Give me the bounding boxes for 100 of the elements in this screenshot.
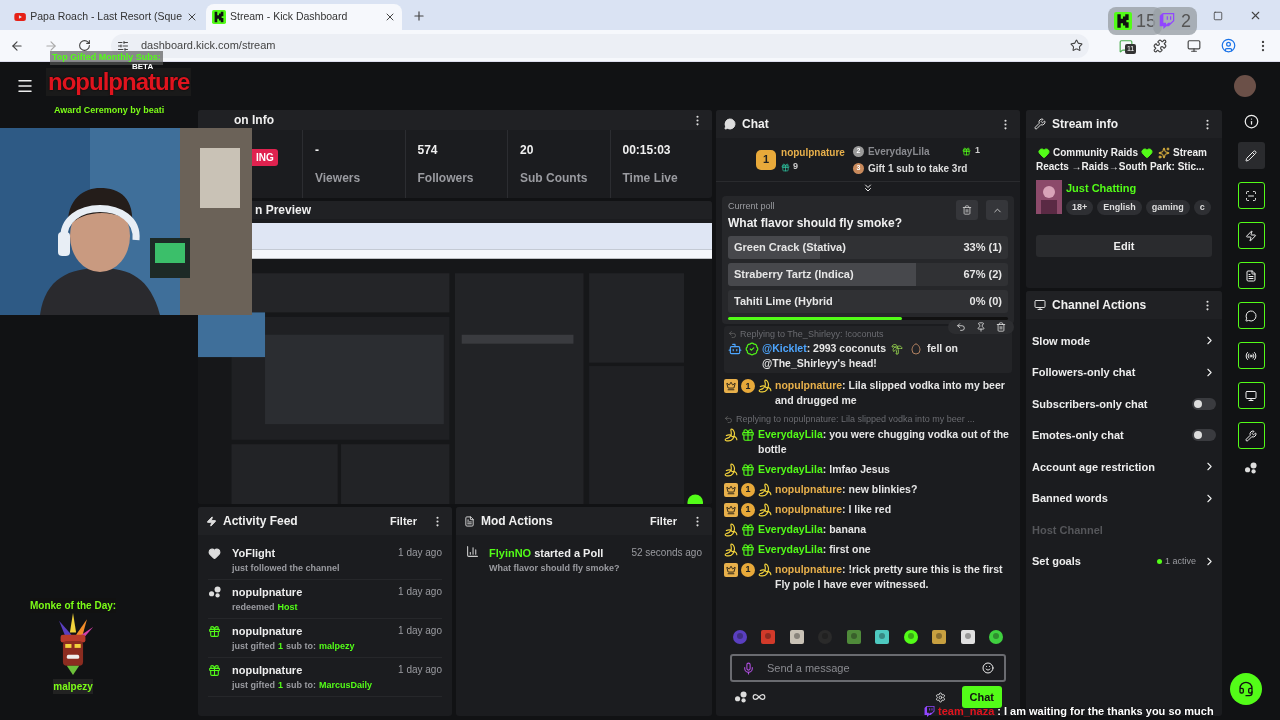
edit-button[interactable]: Edit: [1036, 235, 1212, 257]
chat-message: nopulpnature: !rick pretty sure this is the first Fly pole I have ever witnessed.: [775, 561, 1004, 592]
logo-text: nopulpnature: [48, 70, 190, 94]
title-text: Stream: [1173, 146, 1207, 160]
poll-option[interactable]: Green Crack (Stativa) 33% (1): [728, 235, 1008, 259]
filter-button[interactable]: Filter: [390, 512, 417, 530]
action-label: Subscribers-only chat: [1032, 396, 1148, 412]
chat-message: nopulpnature: new blinkies?: [775, 481, 918, 497]
chat-message: nopulpnature: Lila slipped vodka into my beer and drugged me: [775, 378, 1006, 408]
overlay-subtitle: Award Ceremony by beati: [54, 104, 165, 117]
panel-title: Stream info: [1052, 116, 1118, 133]
activity-text: sub to:: [286, 678, 316, 692]
message-input[interactable]: Send a message: [767, 659, 970, 677]
action-label: Emotes-only chat: [1032, 428, 1124, 443]
activity-text: just gifted: [232, 678, 275, 692]
sub-badge: 1: [741, 502, 755, 517]
gift-count: 1: [974, 144, 980, 158]
counter-text: 2: [1181, 9, 1191, 33]
activity-text: sub to:: [286, 639, 316, 653]
stat-label: Followers: [417, 170, 475, 187]
stat-label: Time Live: [622, 170, 679, 187]
option-result: 67% (2): [963, 266, 1002, 282]
title-text: Community Raids: [1053, 146, 1138, 160]
poll-question: What flavor should fly smoke?: [489, 561, 621, 575]
overlay-name: malpezy: [53, 679, 93, 694]
option-text: Tahiti Lime (Hybrid: [734, 293, 833, 309]
sub-badge: 1: [741, 562, 755, 577]
leader-text: EverydayLila: [867, 144, 931, 159]
stat-label: Viewers: [315, 170, 362, 187]
overlay-title: Monke of the Day:: [30, 598, 117, 613]
poll-option[interactable]: Tahiti Lime (Hybrid 0% (0): [728, 289, 1008, 313]
rank-badge: 1: [756, 149, 777, 170]
panel-title: Mod Actions: [481, 513, 553, 530]
action-label: Slow mode: [1032, 333, 1091, 349]
chat-message: EverydayLila: banana: [758, 521, 866, 537]
category-link[interactable]: Just Chatting: [1066, 180, 1211, 197]
stat-value: -: [315, 142, 320, 159]
poll-label: Current poll: [728, 200, 776, 213]
reply-text: Replying to The_Shirleyy: !coconuts: [740, 327, 884, 341]
time-text: 1 day ago: [398, 546, 442, 560]
stat-value: 20: [520, 142, 535, 159]
browser-tab[interactable]: Papa Roach - Last Resort (Sque: [8, 4, 204, 30]
panel-title: on Info: [234, 112, 274, 129]
url-text: dashboard.kick.com/stream: [141, 38, 276, 53]
sub-badge: 1: [741, 379, 755, 393]
tag[interactable]: gaming: [1145, 199, 1190, 215]
stat-value: 574: [417, 142, 439, 159]
action-label: Set goals: [1032, 554, 1081, 569]
message-text: @The_Shirleyy's head!: [762, 356, 877, 371]
action-label: Banned words: [1032, 491, 1108, 506]
activity-text: just followed the channel: [232, 561, 340, 575]
user-name: nopulpnature: [232, 624, 303, 639]
time-text: 1 day ago: [398, 585, 442, 599]
activity-text: 1: [278, 639, 283, 653]
message-text: fell on: [927, 341, 958, 356]
action-label: Followers-only chat: [1032, 365, 1136, 380]
tag[interactable]: 18+: [1066, 199, 1094, 215]
chat-message: @Kicklet: 2993 coconuts: [762, 341, 887, 356]
user-name: FlyinNO: [489, 546, 532, 561]
option-text: Straberry Tartz (Indica): [734, 266, 854, 282]
panel-title: n Preview: [255, 202, 312, 219]
stat-label: Sub Counts: [520, 170, 589, 187]
chat-message: EverydayLila: you were chugging vodka out of the bottle: [758, 426, 1010, 457]
counter-text: 15: [1136, 9, 1157, 33]
activity-text: just gifted: [232, 639, 275, 653]
action-label: Account age restriction: [1032, 459, 1155, 475]
option-result: 33% (1): [963, 239, 1002, 255]
user-name: YoFlight: [232, 546, 276, 561]
action-text: started a Poll: [534, 546, 604, 561]
status-text: 1 active: [1164, 554, 1196, 568]
time-text: 1 day ago: [398, 663, 442, 677]
tag[interactable]: c: [1193, 199, 1211, 215]
activity-text: MarcusDaily: [319, 678, 373, 692]
activity-text: redeemed: [232, 600, 275, 614]
leader-text: Gift 1 sub to take 3rd: [867, 161, 968, 176]
poll-option[interactable]: Straberry Tartz (Indica) 67% (2): [728, 262, 1008, 286]
chat-message: EverydayLila: lmfao Jesus: [758, 461, 890, 477]
activity-text: Host: [277, 600, 298, 614]
message-field[interactable]: Send a message: [730, 654, 1006, 682]
option-text: Green Crack (Stativa): [734, 239, 846, 255]
poll-question: What flavor should fly smoke?: [728, 214, 903, 232]
time-text: 1 day ago: [398, 624, 442, 638]
chat-message: nopulpnature: I like red: [775, 501, 892, 517]
title-text: Reacts →Raids→South Park: Stic...: [1036, 160, 1205, 174]
chat-message: EverydayLila: first one: [758, 541, 871, 557]
stat-value: 00:15:03: [622, 142, 672, 159]
filter-button[interactable]: Filter: [650, 512, 677, 530]
reply-text: Replying to nopulpnature: Lila slipped vodka into my beer ...: [736, 413, 975, 426]
option-result: 0% (0): [969, 293, 1002, 309]
gift-count: 9: [793, 160, 799, 174]
chat-button[interactable]: Chat: [961, 685, 1002, 709]
live-badge: ING: [252, 149, 278, 166]
panel-title: Activity Feed: [223, 513, 298, 530]
tag[interactable]: English: [1097, 199, 1142, 215]
tab-title: Stream - Kick Dashboard: [230, 9, 348, 25]
user-name: nopulpnature: [781, 146, 845, 161]
overlay-label: Top Gifted Monthly Subs:: [50, 51, 163, 65]
panel-title: Channel Actions: [1052, 297, 1147, 314]
browser-tab[interactable]: Stream - Kick Dashboard: [206, 4, 402, 30]
tab-title: Papa Roach - Last Resort (Sque: [30, 9, 182, 25]
